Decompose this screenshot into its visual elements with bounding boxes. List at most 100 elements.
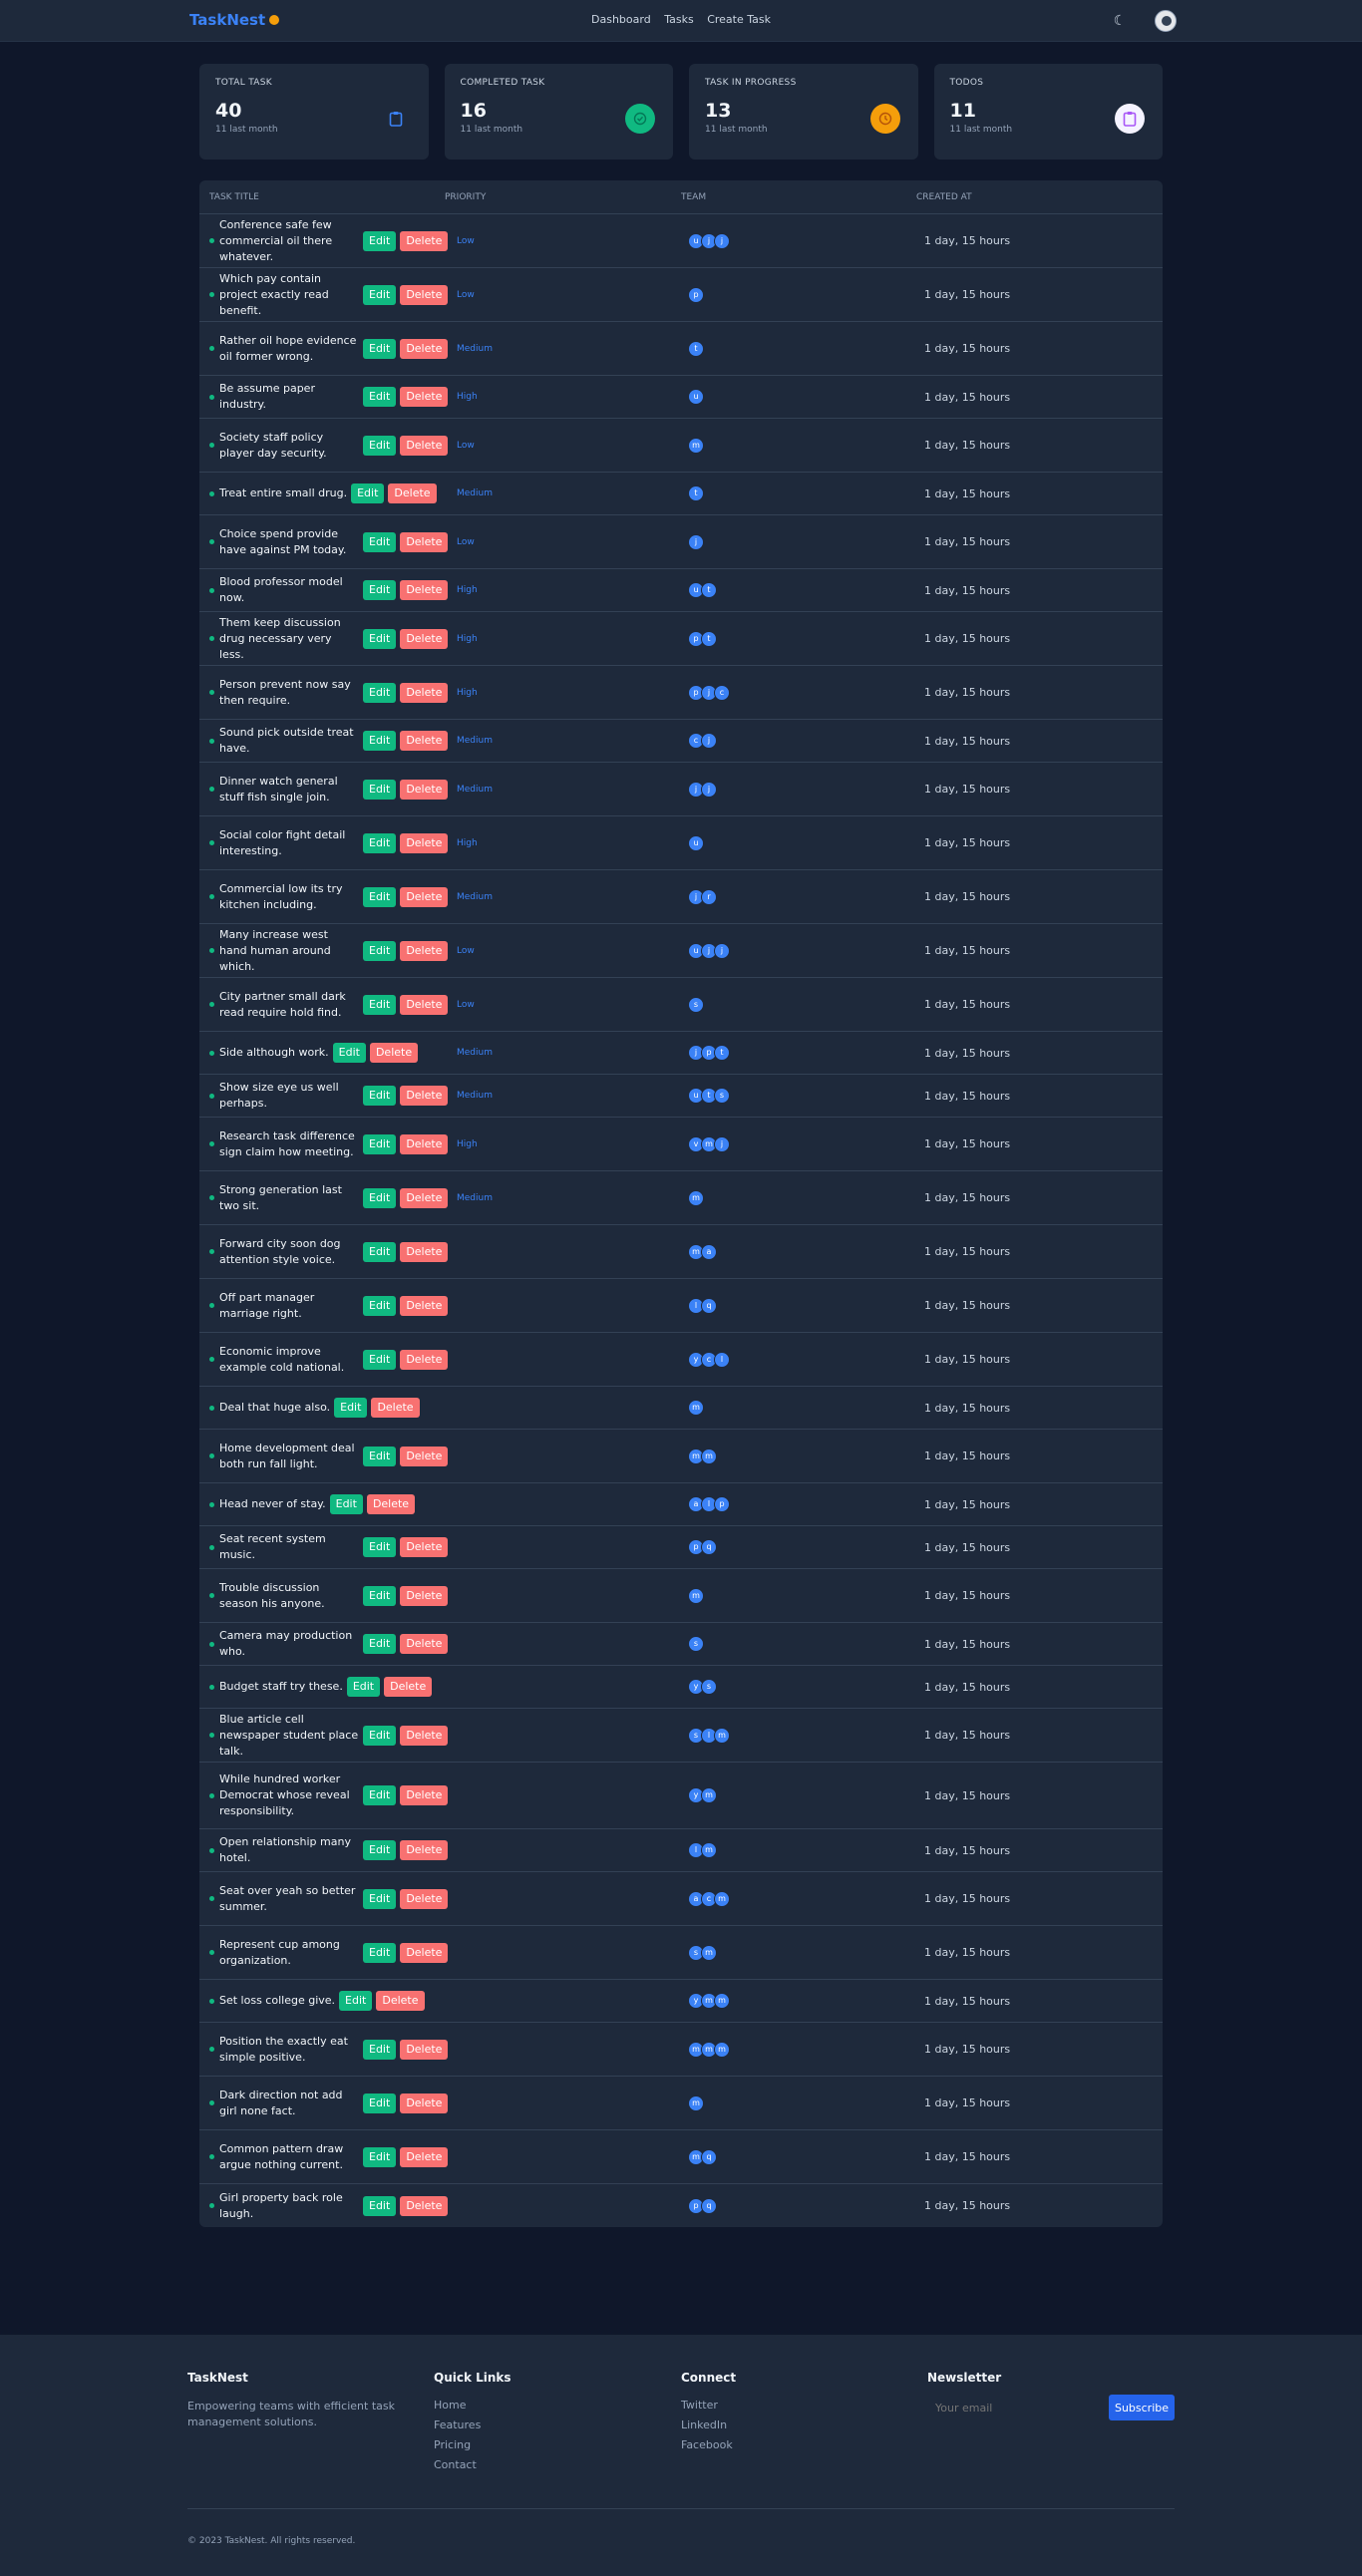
task-title[interactable]: Off part manager marriage right.	[219, 1290, 359, 1322]
edit-button[interactable]: Edit	[346, 1677, 381, 1697]
edit-button[interactable]: Edit	[363, 1942, 397, 1963]
task-title[interactable]: Common pattern draw argue nothing curren…	[219, 2141, 359, 2173]
delete-button[interactable]: Delete	[400, 731, 449, 751]
footer-link-home[interactable]: Home	[434, 2399, 511, 2412]
task-title[interactable]: Strong generation last two sit.	[219, 1182, 359, 1214]
delete-button[interactable]: Delete	[400, 1888, 449, 1909]
team-member-avatar[interactable]: p	[714, 1496, 730, 1512]
edit-button[interactable]: Edit	[363, 338, 397, 359]
delete-button[interactable]: Delete	[400, 387, 449, 407]
edit-button[interactable]: Edit	[363, 1241, 397, 1262]
delete-button[interactable]: Delete	[400, 580, 449, 600]
task-title[interactable]: Home development deal both run fall ligh…	[219, 1441, 359, 1472]
team-member-avatar[interactable]: j	[714, 1135, 730, 1152]
newsletter-email-input[interactable]	[927, 2395, 1107, 2420]
edit-button[interactable]: Edit	[363, 1585, 397, 1606]
team-member-avatar[interactable]: m	[714, 1890, 730, 1907]
delete-button[interactable]: Delete	[400, 886, 449, 907]
delete-button[interactable]: Delete	[400, 1585, 449, 1606]
delete-button[interactable]: Delete	[400, 832, 449, 853]
edit-button[interactable]: Edit	[363, 731, 397, 751]
task-title[interactable]: Open relationship many hotel.	[219, 1834, 359, 1866]
edit-button[interactable]: Edit	[363, 2146, 397, 2167]
delete-button[interactable]: Delete	[400, 338, 449, 359]
team-member-avatar[interactable]: u	[688, 834, 704, 851]
delete-button[interactable]: Delete	[384, 1677, 433, 1697]
team-member-avatar[interactable]: j	[701, 781, 717, 798]
task-title[interactable]: Show size eye us well perhaps.	[219, 1080, 359, 1112]
edit-button[interactable]: Edit	[363, 2195, 397, 2216]
task-title[interactable]: City partner small dark read require hol…	[219, 989, 359, 1021]
edit-button[interactable]: Edit	[363, 779, 397, 800]
delete-button[interactable]: Delete	[400, 1785, 449, 1805]
task-title[interactable]: Commercial low its try kitchen including…	[219, 881, 359, 913]
column-header-title[interactable]: TASK TITLE	[209, 192, 259, 202]
nav-link-dashboard[interactable]: Dashboard	[591, 13, 651, 26]
delete-button[interactable]: Delete	[400, 1349, 449, 1370]
delete-button[interactable]: Delete	[400, 1537, 449, 1557]
edit-button[interactable]: Edit	[363, 2039, 397, 2060]
user-avatar[interactable]	[1155, 10, 1177, 32]
delete-button[interactable]: Delete	[371, 1398, 420, 1418]
delete-button[interactable]: Delete	[400, 994, 449, 1015]
task-title[interactable]: Society staff policy player day security…	[219, 430, 359, 462]
team-member-avatar[interactable]: m	[701, 1842, 717, 1858]
team-member-avatar[interactable]: j	[714, 942, 730, 959]
column-header-created[interactable]: CREATED AT	[916, 192, 972, 202]
task-title[interactable]: Conference safe few commercial oil there…	[219, 217, 359, 265]
task-title[interactable]: Social color fight detail interesting.	[219, 827, 359, 859]
edit-button[interactable]: Edit	[363, 1888, 397, 1909]
delete-button[interactable]: Delete	[400, 1942, 449, 1963]
delete-button[interactable]: Delete	[400, 1241, 449, 1262]
edit-button[interactable]: Edit	[363, 1295, 397, 1316]
task-title[interactable]: Economic improve example cold national.	[219, 1344, 359, 1376]
footer-link-features[interactable]: Features	[434, 2418, 511, 2431]
team-member-avatar[interactable]: j	[701, 733, 717, 749]
delete-button[interactable]: Delete	[400, 940, 449, 961]
edit-button[interactable]: Edit	[334, 1398, 368, 1418]
edit-button[interactable]: Edit	[363, 1086, 397, 1106]
team-member-avatar[interactable]: m	[701, 1448, 717, 1464]
team-member-avatar[interactable]: m	[714, 1727, 730, 1744]
task-title[interactable]: Blue article cell newspaper student plac…	[219, 1712, 359, 1760]
edit-button[interactable]: Edit	[363, 1634, 397, 1654]
delete-button[interactable]: Delete	[400, 628, 449, 649]
delete-button[interactable]: Delete	[400, 531, 449, 552]
footer-link-contact[interactable]: Contact	[434, 2458, 511, 2471]
subscribe-button[interactable]: Subscribe	[1109, 2395, 1175, 2420]
task-title[interactable]: Set loss college give.	[219, 1993, 335, 2009]
task-title[interactable]: Rather oil hope evidence oil former wron…	[219, 333, 359, 365]
task-title[interactable]: Person prevent now say then require.	[219, 677, 359, 709]
team-member-avatar[interactable]: q	[701, 2197, 717, 2214]
edit-button[interactable]: Edit	[363, 230, 397, 251]
task-title[interactable]: Dinner watch general stuff fish single j…	[219, 774, 359, 805]
task-title[interactable]: Deal that huge also.	[219, 1400, 330, 1416]
team-member-avatar[interactable]: c	[714, 684, 730, 701]
team-member-avatar[interactable]: p	[688, 286, 704, 303]
delete-button[interactable]: Delete	[400, 435, 449, 456]
delete-button[interactable]: Delete	[376, 1991, 425, 2011]
edit-button[interactable]: Edit	[363, 1187, 397, 1208]
task-title[interactable]: Dark direction not add girl none fact.	[219, 2088, 359, 2119]
task-title[interactable]: Seat over yeah so better summer.	[219, 1883, 359, 1915]
team-member-avatar[interactable]: j	[714, 232, 730, 249]
task-title[interactable]: Be assume paper industry.	[219, 381, 359, 413]
edit-button[interactable]: Edit	[363, 580, 397, 600]
footer-link-twitter[interactable]: Twitter	[681, 2399, 736, 2412]
edit-button[interactable]: Edit	[363, 628, 397, 649]
task-title[interactable]: Budget staff try these.	[219, 1679, 343, 1695]
team-member-avatar[interactable]: m	[688, 1587, 704, 1604]
edit-button[interactable]: Edit	[339, 1991, 373, 2011]
footer-link-facebook[interactable]: Facebook	[681, 2438, 736, 2451]
edit-button[interactable]: Edit	[351, 483, 385, 503]
task-title[interactable]: Forward city soon dog attention style vo…	[219, 1236, 359, 1268]
delete-button[interactable]: Delete	[400, 2093, 449, 2113]
team-member-avatar[interactable]: l	[714, 1351, 730, 1368]
edit-button[interactable]: Edit	[363, 531, 397, 552]
edit-button[interactable]: Edit	[363, 682, 397, 703]
edit-button[interactable]: Edit	[363, 886, 397, 907]
delete-button[interactable]: Delete	[400, 2146, 449, 2167]
team-member-avatar[interactable]: u	[688, 389, 704, 405]
team-member-avatar[interactable]: t	[688, 340, 704, 357]
delete-button[interactable]: Delete	[400, 779, 449, 800]
